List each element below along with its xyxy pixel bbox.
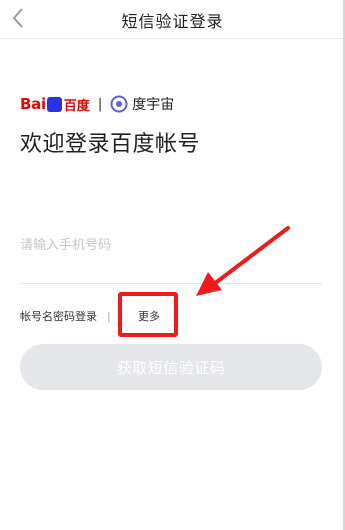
get-sms-code-button[interactable]: 获取短信验证码 <box>20 344 322 390</box>
annotation-arrow <box>196 226 290 296</box>
